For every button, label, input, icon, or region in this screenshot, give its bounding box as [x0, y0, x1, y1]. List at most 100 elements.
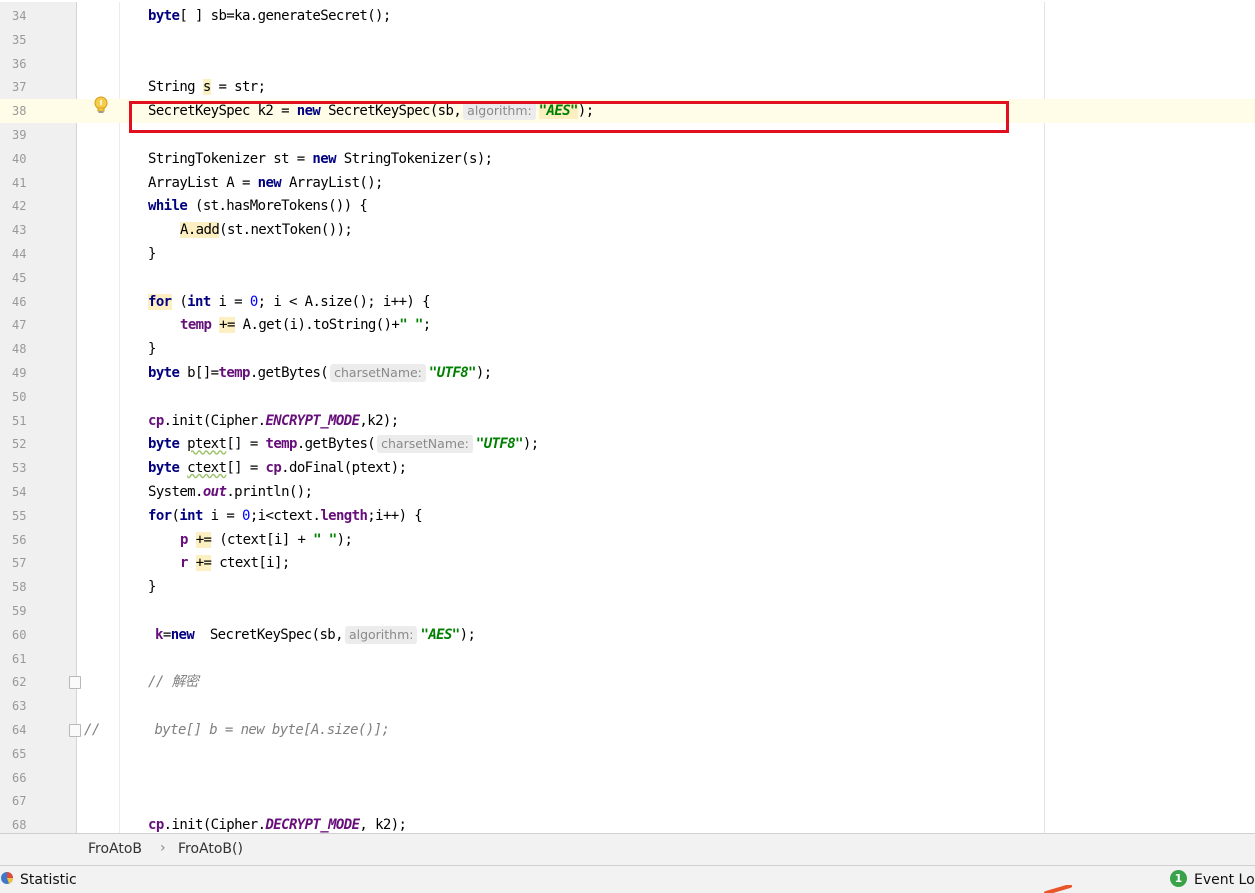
code-text[interactable]: byte ctext[] = cp.doFinal(ptext); — [148, 458, 407, 478]
line-number[interactable]: 40 — [12, 150, 42, 168]
code-line[interactable]: 66 — [0, 766, 1255, 790]
fold-icon[interactable] — [69, 724, 81, 737]
line-number[interactable]: 41 — [12, 174, 42, 192]
line-number[interactable]: 35 — [12, 31, 42, 49]
code-line[interactable]: 61 — [0, 647, 1255, 671]
line-number[interactable]: 54 — [12, 483, 42, 501]
code-line[interactable]: 40 StringTokenizer st = new StringTokeniz… — [0, 147, 1255, 171]
code-line[interactable]: 36 — [0, 52, 1255, 76]
line-number[interactable]: 62 — [12, 673, 42, 691]
code-text[interactable]: System.out.println(); — [148, 482, 313, 502]
code-text[interactable]: p += (ctext[i] + " "); — [180, 530, 353, 550]
line-number[interactable]: 44 — [12, 245, 42, 263]
status-statistic-label[interactable]: Statistic — [20, 872, 77, 888]
code-line[interactable]: 68 cp.init(Cipher.DECRYPT_MODE, k2); — [0, 813, 1255, 833]
code-line[interactable]: 56 p += (ctext[i] + " "); — [0, 528, 1255, 552]
code-line[interactable]: 48} — [0, 337, 1255, 361]
code-line[interactable]: 63 — [0, 694, 1255, 718]
code-line[interactable]: 44} — [0, 242, 1255, 266]
line-number[interactable]: 53 — [12, 459, 42, 477]
line-number[interactable]: 37 — [12, 78, 42, 96]
code-line[interactable]: 47 temp += A.get(i).toString()+" "; — [0, 313, 1255, 337]
line-number[interactable]: 59 — [12, 602, 42, 620]
line-number[interactable]: 65 — [12, 745, 42, 763]
line-number[interactable]: 56 — [12, 531, 42, 549]
code-line[interactable]: 34 byte[ ] sb=ka.generateSecret(); — [0, 4, 1255, 28]
line-number[interactable]: 45 — [12, 269, 42, 287]
code-line[interactable]: 65 — [0, 742, 1255, 766]
code-text[interactable]: temp += A.get(i).toString()+" "; — [180, 315, 431, 335]
line-number[interactable]: 43 — [12, 221, 42, 239]
code-line[interactable]: 67 — [0, 789, 1255, 813]
code-line[interactable]: 57 r += ctext[i]; — [0, 551, 1255, 575]
code-line[interactable]: 43 A.add(st.nextToken()); — [0, 218, 1255, 242]
lightbulb-icon[interactable] — [93, 96, 109, 116]
line-number[interactable]: 38 — [12, 102, 42, 120]
code-text[interactable]: k=new SecretKeySpec(sb, algorithm: "AES"); — [155, 625, 476, 645]
code-line[interactable]: 50 — [0, 385, 1255, 409]
code-line[interactable]: 41 ArrayList A = new ArrayList(); — [0, 171, 1255, 195]
line-number[interactable]: 50 — [12, 388, 42, 406]
code-text[interactable]: ArrayList A = new ArrayList(); — [148, 173, 383, 193]
code-text[interactable]: byte[ ] sb=ka.generateSecret(); — [148, 6, 391, 26]
code-line[interactable]: 35 — [0, 28, 1255, 52]
line-number[interactable]: 67 — [12, 792, 42, 810]
code-text[interactable]: // 解密 — [148, 672, 199, 692]
code-text[interactable]: for(int i = 0;i<ctext.length;i++) { — [148, 506, 423, 526]
breadcrumb-method[interactable]: FroAtoB() — [178, 841, 243, 857]
code-line[interactable]: 42 while (st.hasMoreTokens()) { — [0, 194, 1255, 218]
code-text[interactable]: cp.init(Cipher.ENCRYPT_MODE,k2); — [148, 411, 399, 431]
statistic-icon[interactable] — [0, 871, 14, 885]
line-number[interactable]: 68 — [12, 816, 42, 833]
line-number[interactable]: 64 — [12, 721, 42, 739]
line-number[interactable]: 55 — [12, 507, 42, 525]
code-text[interactable]: StringTokenizer st = new StringTokenizer… — [148, 149, 493, 169]
code-text[interactable]: while (st.hasMoreTokens()) { — [148, 196, 368, 216]
code-text[interactable]: A.add(st.nextToken()); — [180, 220, 353, 240]
line-number[interactable]: 52 — [12, 435, 42, 453]
code-text[interactable]: byte b[]=temp.getBytes(charsetName: "UTF8… — [148, 363, 492, 383]
code-line[interactable]: 58} — [0, 575, 1255, 599]
code-text[interactable]: } — [148, 244, 156, 264]
code-editor[interactable]: 34 byte[ ] sb=ka.generateSecret(); 35 36 37 S… — [0, 2, 1255, 833]
line-number[interactable]: 61 — [12, 650, 42, 668]
line-number[interactable]: 36 — [12, 55, 42, 73]
code-line[interactable]: 51 cp.init(Cipher.ENCRYPT_MODE,k2); — [0, 409, 1255, 433]
code-text[interactable]: byte ptext[] = temp.getBytes(charsetName… — [148, 434, 539, 454]
code-line[interactable]: 45 — [0, 266, 1255, 290]
line-number[interactable]: 49 — [12, 364, 42, 382]
line-number[interactable]: 47 — [12, 316, 42, 334]
code-line[interactable]: 64 // byte[] b = new byte[A.size()]; — [0, 718, 1255, 742]
line-number[interactable]: 46 — [12, 293, 42, 311]
code-text[interactable]: cp.init(Cipher.DECRYPT_MODE, k2); — [148, 815, 407, 833]
line-number[interactable]: 66 — [12, 769, 42, 787]
line-number[interactable]: 48 — [12, 340, 42, 358]
code-line[interactable]: 62 // 解密 — [0, 670, 1255, 694]
event-log-button[interactable]: Event Log — [1194, 872, 1255, 888]
code-text[interactable]: String s = str; — [148, 77, 266, 97]
line-number[interactable]: 51 — [12, 412, 42, 430]
line-number[interactable]: 58 — [12, 578, 42, 596]
code-text[interactable]: r += ctext[i]; — [180, 553, 290, 573]
code-line[interactable]: 53 byte ctext[] = cp.doFinal(ptext); — [0, 456, 1255, 480]
code-line[interactable]: 37 String s = str; — [0, 75, 1255, 99]
code-line[interactable]: 49 byte b[]=temp.getBytes(charsetName: "UT… — [0, 361, 1255, 385]
code-line[interactable]: 46 for (int i = 0; i < A.size(); i++) { — [0, 290, 1255, 314]
code-text[interactable]: // byte[] b = new byte[A.size()]; — [84, 720, 390, 740]
line-number[interactable]: 60 — [12, 626, 42, 644]
code-line[interactable]: 60 k=new SecretKeySpec(sb, algorithm: "AES"… — [0, 623, 1255, 647]
code-text[interactable]: } — [148, 577, 156, 597]
code-line[interactable]: 54 System.out.println(); — [0, 480, 1255, 504]
event-count-badge[interactable]: 1 — [1170, 870, 1187, 887]
code-line[interactable]: 59 — [0, 599, 1255, 623]
breadcrumb-class[interactable]: FroAtoB — [88, 841, 142, 857]
line-number[interactable]: 42 — [12, 197, 42, 215]
fold-icon[interactable] — [69, 676, 81, 690]
code-text[interactable]: for (int i = 0; i < A.size(); i++) { — [148, 292, 431, 312]
code-line[interactable]: 55 for(int i = 0;i<ctext.length;i++) { — [0, 504, 1255, 528]
line-number[interactable]: 57 — [12, 554, 42, 572]
line-number[interactable]: 34 — [12, 7, 42, 25]
line-number[interactable]: 63 — [12, 697, 42, 715]
line-number[interactable]: 39 — [12, 126, 42, 144]
code-text[interactable]: } — [148, 339, 156, 359]
